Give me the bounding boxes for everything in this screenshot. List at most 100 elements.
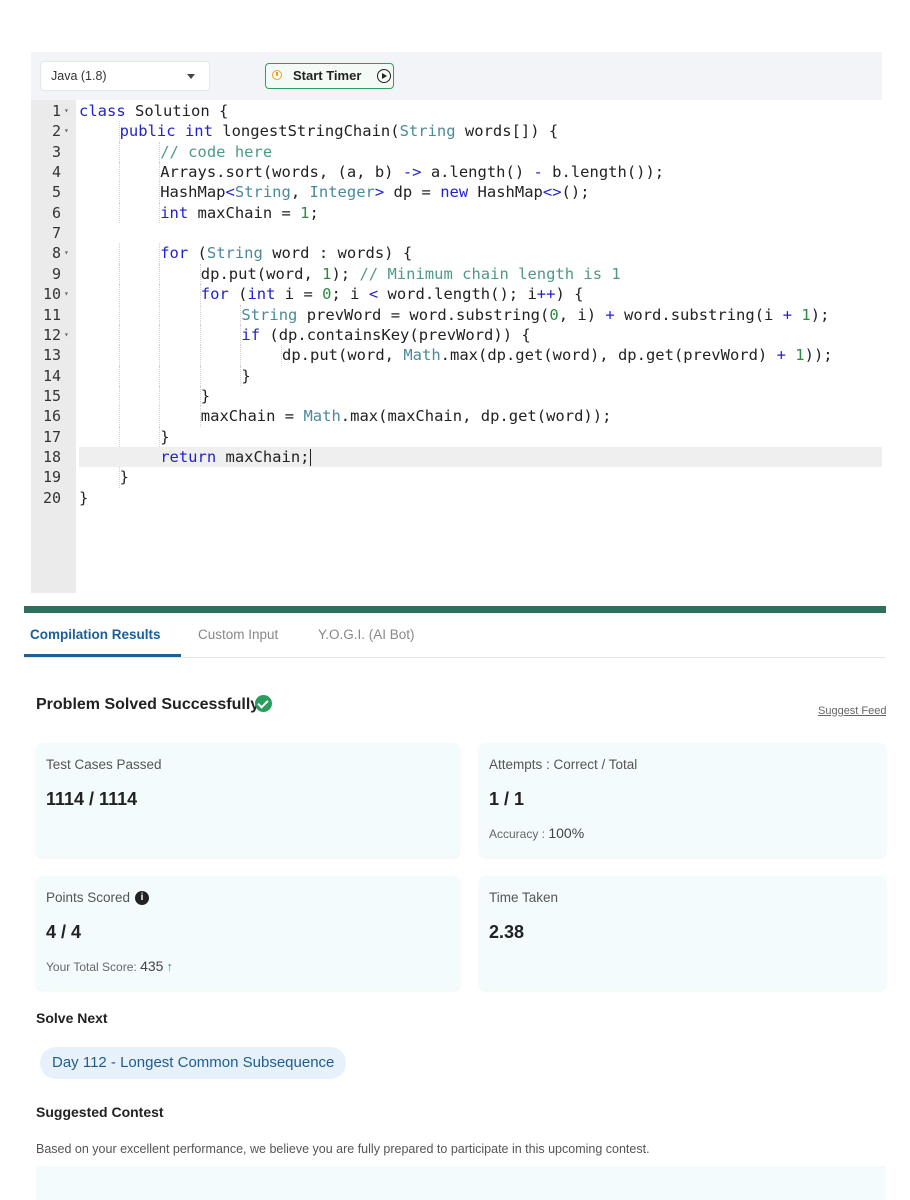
results-tabs: Compilation Results Custom Input Y.O.G.I… — [24, 613, 886, 658]
fold-arrow-icon[interactable]: ▾ — [64, 284, 69, 304]
contest-card[interactable] — [36, 1166, 886, 1200]
check-circle-icon — [255, 695, 272, 712]
fold-arrow-icon[interactable]: ▾ — [64, 243, 69, 263]
play-icon — [377, 69, 391, 83]
next-problem-chip[interactable]: Day 112 - Longest Common Subsequence — [40, 1047, 347, 1079]
code-line[interactable]: 14} — [31, 365, 882, 386]
fold-arrow-icon[interactable]: ▾ — [64, 325, 69, 345]
line-number: 19 — [42, 468, 61, 487]
code-text: return maxChain; — [79, 446, 882, 468]
code-line[interactable]: 16 maxChain = Math.max(maxChain, dp.get(w… — [31, 406, 882, 427]
line-number: 8 — [51, 244, 61, 263]
solve-next-title: Solve Next — [36, 1010, 108, 1026]
code-text: } — [241, 366, 251, 385]
line-number: 10 — [42, 285, 61, 304]
code-text: } — [160, 427, 170, 446]
attempts-value: 1 / 1 — [489, 789, 525, 809]
line-number: 1 — [51, 102, 61, 120]
code-text: } — [119, 468, 129, 487]
suggest-feedback-link[interactable]: Suggest Feedback — [818, 705, 886, 717]
line-number: 6 — [51, 203, 61, 222]
code-text: } — [200, 386, 211, 405]
code-line[interactable]: 3 // code here — [31, 141, 882, 163]
language-select[interactable]: Java (1.8) — [41, 62, 209, 90]
code-text: Arrays.sort(words, (a, b) -> a.length() … — [160, 163, 665, 182]
time-card: Time Taken 2.38 — [479, 876, 886, 990]
tab-custom-input[interactable]: Custom Input — [198, 627, 278, 642]
code-line[interactable]: 19} — [31, 467, 882, 488]
text-cursor — [309, 448, 311, 466]
line-number: 12 — [42, 325, 61, 344]
code-text: if (dp.containsKey(prevWord)) { — [241, 325, 531, 344]
fold-arrow-icon[interactable]: ▾ — [64, 121, 69, 141]
attempts-card: Attempts : Correct / Total 1 / 1 Accurac… — [479, 743, 886, 857]
line-number: 5 — [51, 183, 61, 202]
code-line[interactable]: 8 ▾ for (String word : words) { — [31, 243, 882, 264]
fold-arrow-icon[interactable]: ▾ — [64, 101, 69, 121]
active-tab-indicator — [24, 654, 181, 657]
test-cases-card: Test Cases Passed 1114 / 1114 — [36, 743, 460, 857]
points-value: 4 / 4 — [46, 922, 82, 942]
points-card: Points Scored i 4 / 4 Your Total Score: 4… — [36, 876, 460, 990]
code-line[interactable]: 10 ▾ for (int i = 0; i < word.length(); i+… — [31, 284, 882, 305]
start-timer-button[interactable]: Start Timer — [265, 63, 394, 89]
code-text: String prevWord = word.substring(0, i) +… — [241, 305, 830, 324]
code-line[interactable]: 7 — [31, 223, 882, 243]
code-line[interactable]: 4 Arrays.sort(words, (a, b) -> a.length()… — [31, 162, 882, 183]
code-line[interactable]: 17} — [31, 426, 882, 447]
code-line[interactable]: 15} — [31, 385, 882, 407]
code-text: // code here — [160, 142, 273, 161]
language-select-value: Java (1.8) — [51, 69, 107, 83]
line-number: 17 — [42, 427, 61, 446]
code-text: HashMap<String, Integer> dp = new HashMa… — [160, 183, 590, 202]
alarm-clock-icon — [272, 70, 282, 80]
code-line[interactable]: 1 ▾ class Solution { — [31, 101, 882, 121]
contest-description: Based on your excellent performance, we … — [36, 1142, 650, 1156]
total-score-row: Your Total Score: 435 ↑ — [46, 958, 173, 974]
line-number: 14 — [42, 366, 61, 385]
code-text: public int longestStringChain(String wor… — [119, 122, 559, 141]
code-line[interactable]: 18 return maxChain; — [31, 446, 882, 468]
code-line[interactable]: 11 String prevWord = word.substring(0, i)… — [31, 304, 882, 325]
line-number: 16 — [42, 407, 61, 426]
points-label: Points Scored — [46, 890, 131, 905]
panel-divider[interactable] — [24, 606, 886, 613]
code-editor[interactable]: Java (1.8) Start Timer 1 ▾ class Solution … — [31, 52, 882, 593]
arrow-up-icon: ↑ — [166, 959, 173, 974]
test-cases-value: 1114 / 1114 — [46, 789, 138, 809]
accuracy-row: Accuracy : 100% — [489, 825, 584, 841]
code-text: maxChain = Math.max(maxChain, dp.get(wor… — [200, 407, 612, 426]
line-number: 4 — [51, 163, 61, 182]
info-icon[interactable]: i — [135, 891, 150, 906]
suggested-contest-title: Suggested Contest — [36, 1104, 164, 1120]
total-score-value: 435 — [140, 958, 164, 974]
code-text: int maxChain = 1; — [160, 203, 319, 222]
line-number: 3 — [51, 142, 61, 161]
line-number: 7 — [51, 224, 61, 243]
code-text: dp.put(word, 1); // Minimum chain length… — [200, 264, 621, 283]
code-text: } — [79, 488, 89, 507]
code-line[interactable]: 2 ▾ public int longestStringChain(String w… — [31, 121, 882, 142]
code-area[interactable]: 1 ▾ class Solution {2 ▾ public int longestSt… — [31, 100, 882, 593]
code-line[interactable]: 6 int maxChain = 1; — [31, 202, 882, 224]
line-number: 15 — [42, 386, 61, 405]
points-label-row: Points Scored i — [46, 890, 150, 906]
code-line[interactable]: 9 dp.put(word, 1); // Minimum chain lengt… — [31, 263, 882, 285]
code-text: dp.put(word, Math.max(dp.get(word), dp.g… — [282, 346, 833, 365]
line-number: 13 — [42, 346, 61, 365]
code-line[interactable]: 12 ▾ if (dp.containsKey(prevWord)) { — [31, 324, 882, 346]
start-timer-label: Start Timer — [293, 68, 362, 83]
code-line[interactable]: 20} — [31, 488, 882, 508]
code-line[interactable]: 13 dp.put(word, Math.max(dp.get(word), dp… — [31, 345, 882, 366]
result-title: Problem Solved Successfully — [36, 696, 260, 713]
code-line[interactable]: 5 HashMap<String, Integer> dp = new HashM… — [31, 182, 882, 203]
tab-compilation-results[interactable]: Compilation Results — [30, 627, 161, 642]
test-cases-label: Test Cases Passed — [46, 757, 162, 772]
attempts-label: Attempts : Correct / Total — [489, 757, 638, 772]
time-label: Time Taken — [489, 890, 559, 905]
code-text: class Solution { — [79, 102, 229, 120]
line-number: 2 — [51, 122, 61, 141]
tab-yogi-ai-bot[interactable]: Y.O.G.I. (AI Bot) — [318, 627, 415, 642]
line-number: 18 — [42, 447, 61, 466]
code-text: for (String word : words) { — [160, 244, 413, 263]
